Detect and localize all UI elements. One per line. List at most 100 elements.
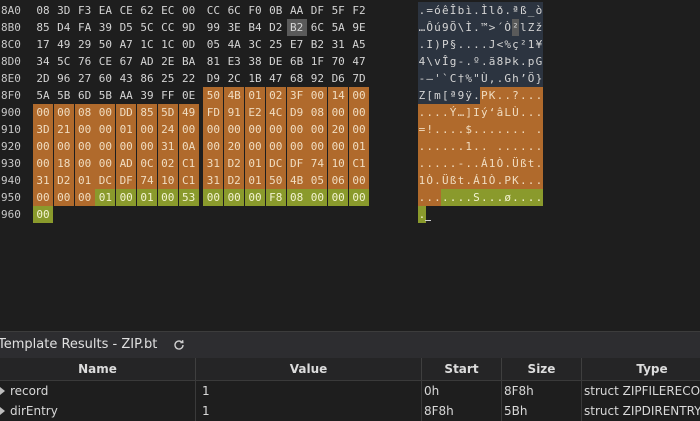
ascii-char[interactable]: ] [464, 104, 473, 121]
ascii-char[interactable]: . [480, 121, 489, 138]
ascii-char[interactable]: k [511, 53, 520, 70]
ascii-char[interactable]: % [503, 36, 512, 53]
column-header-value[interactable]: Value [196, 358, 422, 380]
hex-byte[interactable]: 91 [224, 104, 245, 121]
ascii-char[interactable]: . [535, 104, 543, 121]
hex-byte[interactable]: 21 [53, 121, 74, 138]
hex-byte[interactable]: 00 [245, 189, 265, 206]
ascii-char[interactable]: . [511, 138, 520, 155]
hex-byte[interactable]: 10 [328, 155, 349, 172]
hex-byte[interactable]: 01 [245, 87, 265, 104]
hex-byte[interactable]: 1F [307, 53, 327, 70]
hex-byte[interactable]: 5A [33, 87, 53, 104]
ascii-char[interactable]: . [425, 189, 434, 206]
hex-byte[interactable]: DE [266, 53, 286, 70]
ascii-char[interactable]: . [433, 138, 442, 155]
hex-byte[interactable]: 49 [54, 36, 74, 53]
hex-byte[interactable]: D2 [266, 19, 286, 36]
hex-byte[interactable]: AA [116, 87, 136, 104]
ascii-char[interactable]: . [441, 189, 450, 206]
hex-byte[interactable]: 6C [307, 19, 327, 36]
hex-byte[interactable]: 00 [224, 189, 245, 206]
ascii-char[interactable]: _ [527, 2, 535, 19]
hex-byte[interactable]: 05 [307, 172, 328, 189]
hex-byte[interactable]: 27 [75, 70, 95, 87]
ascii-char[interactable]: 9 [441, 19, 450, 36]
hex-byte[interactable]: 6C [224, 2, 244, 19]
ascii-char[interactable]: J [488, 36, 496, 53]
hex-byte[interactable]: 00 [95, 121, 116, 138]
hex-byte[interactable]: 50 [265, 172, 286, 189]
ascii-char[interactable]: ì [464, 2, 473, 19]
ascii-char[interactable]: . [519, 189, 528, 206]
ascii-char[interactable]: ß [449, 172, 457, 189]
ascii-char[interactable]: … [457, 104, 465, 121]
ascii-char[interactable]: K [488, 87, 496, 104]
ascii-char[interactable]: . [457, 138, 465, 155]
ascii-char[interactable]: . [535, 155, 543, 172]
ascii-char[interactable]: . [433, 121, 442, 138]
ascii-char[interactable]: m [433, 87, 442, 104]
hex-byte[interactable]: 2C [224, 70, 244, 87]
column-header-type[interactable]: Type [582, 358, 700, 380]
ascii-char[interactable]: . [511, 189, 520, 206]
hex-byte[interactable]: 39 [137, 87, 157, 104]
hex-byte[interactable]: 47 [266, 70, 286, 87]
hex-byte[interactable]: 50 [203, 87, 224, 104]
ascii-char[interactable]: \ [425, 53, 434, 70]
ascii-char[interactable]: \ [457, 19, 465, 36]
ascii-char[interactable]: L [503, 104, 512, 121]
hex-byte[interactable]: 67 [116, 53, 136, 70]
hex-byte[interactable]: 00 [53, 104, 74, 121]
hex-byte[interactable]: 01 [74, 172, 95, 189]
ascii-char[interactable]: I [472, 104, 481, 121]
hex-byte[interactable]: AD [137, 53, 157, 70]
hex-byte[interactable]: 5A [328, 19, 348, 36]
ascii-char[interactable]: . [496, 189, 504, 206]
ascii-char[interactable]: . [425, 155, 434, 172]
ascii-char[interactable]: . [425, 104, 434, 121]
hex-byte[interactable]: CC [158, 19, 178, 36]
hex-byte[interactable]: 00 [328, 138, 349, 155]
ascii-char[interactable]: . [496, 138, 504, 155]
ascii-char[interactable]: Ì [464, 19, 473, 36]
hex-byte[interactable]: 00 [33, 189, 53, 206]
hex-byte[interactable]: 1B [245, 70, 265, 87]
ascii-char[interactable]: Z [527, 19, 535, 36]
hex-byte[interactable]: BA [179, 53, 199, 70]
hex-byte[interactable]: A7 [116, 36, 136, 53]
hex-byte[interactable]: 00 [179, 2, 199, 19]
ascii-char[interactable]: Ü [441, 172, 450, 189]
ascii-char[interactable]: . [449, 155, 457, 172]
hex-byte[interactable]: 0A [178, 138, 199, 155]
hex-byte[interactable]: F2 [349, 2, 369, 19]
hex-byte[interactable]: 00 [33, 104, 53, 121]
hex-byte[interactable]: 92 [307, 70, 327, 87]
ascii-char[interactable]: Z [418, 87, 426, 104]
hex-byte[interactable]: D4 [54, 19, 74, 36]
hex-byte[interactable]: 08 [286, 189, 307, 206]
hex-byte[interactable]: 18 [53, 155, 74, 172]
hex-byte[interactable]: 1C [158, 36, 178, 53]
ascii-char[interactable]: . [527, 104, 535, 121]
ascii-char[interactable]: § [449, 36, 457, 53]
ascii-char[interactable]: . [535, 138, 543, 155]
ascii-char[interactable]: > [488, 19, 496, 36]
ascii-char[interactable]: . [503, 2, 512, 19]
expand-arrow-icon[interactable] [0, 407, 5, 415]
hex-byte[interactable]: 62 [137, 2, 157, 19]
hex-byte[interactable]: 00 [178, 121, 199, 138]
hex-byte[interactable]: 00 [33, 155, 53, 172]
ascii-char[interactable]: . [527, 189, 535, 206]
ascii-char[interactable]: C [449, 70, 457, 87]
hex-byte[interactable]: 00 [286, 121, 307, 138]
hex-byte[interactable]: 47 [349, 53, 369, 70]
hex-byte[interactable]: 00 [157, 189, 178, 206]
ascii-char[interactable]: Î [449, 2, 457, 19]
hex-byte[interactable]: 96 [54, 70, 74, 87]
ascii-char[interactable]: t [527, 155, 535, 172]
hex-byte[interactable]: 4C [265, 104, 286, 121]
ascii-char[interactable]: 4 [418, 53, 426, 70]
hex-byte[interactable]: 86 [137, 70, 157, 87]
hex-byte[interactable]: 00 [33, 206, 53, 223]
